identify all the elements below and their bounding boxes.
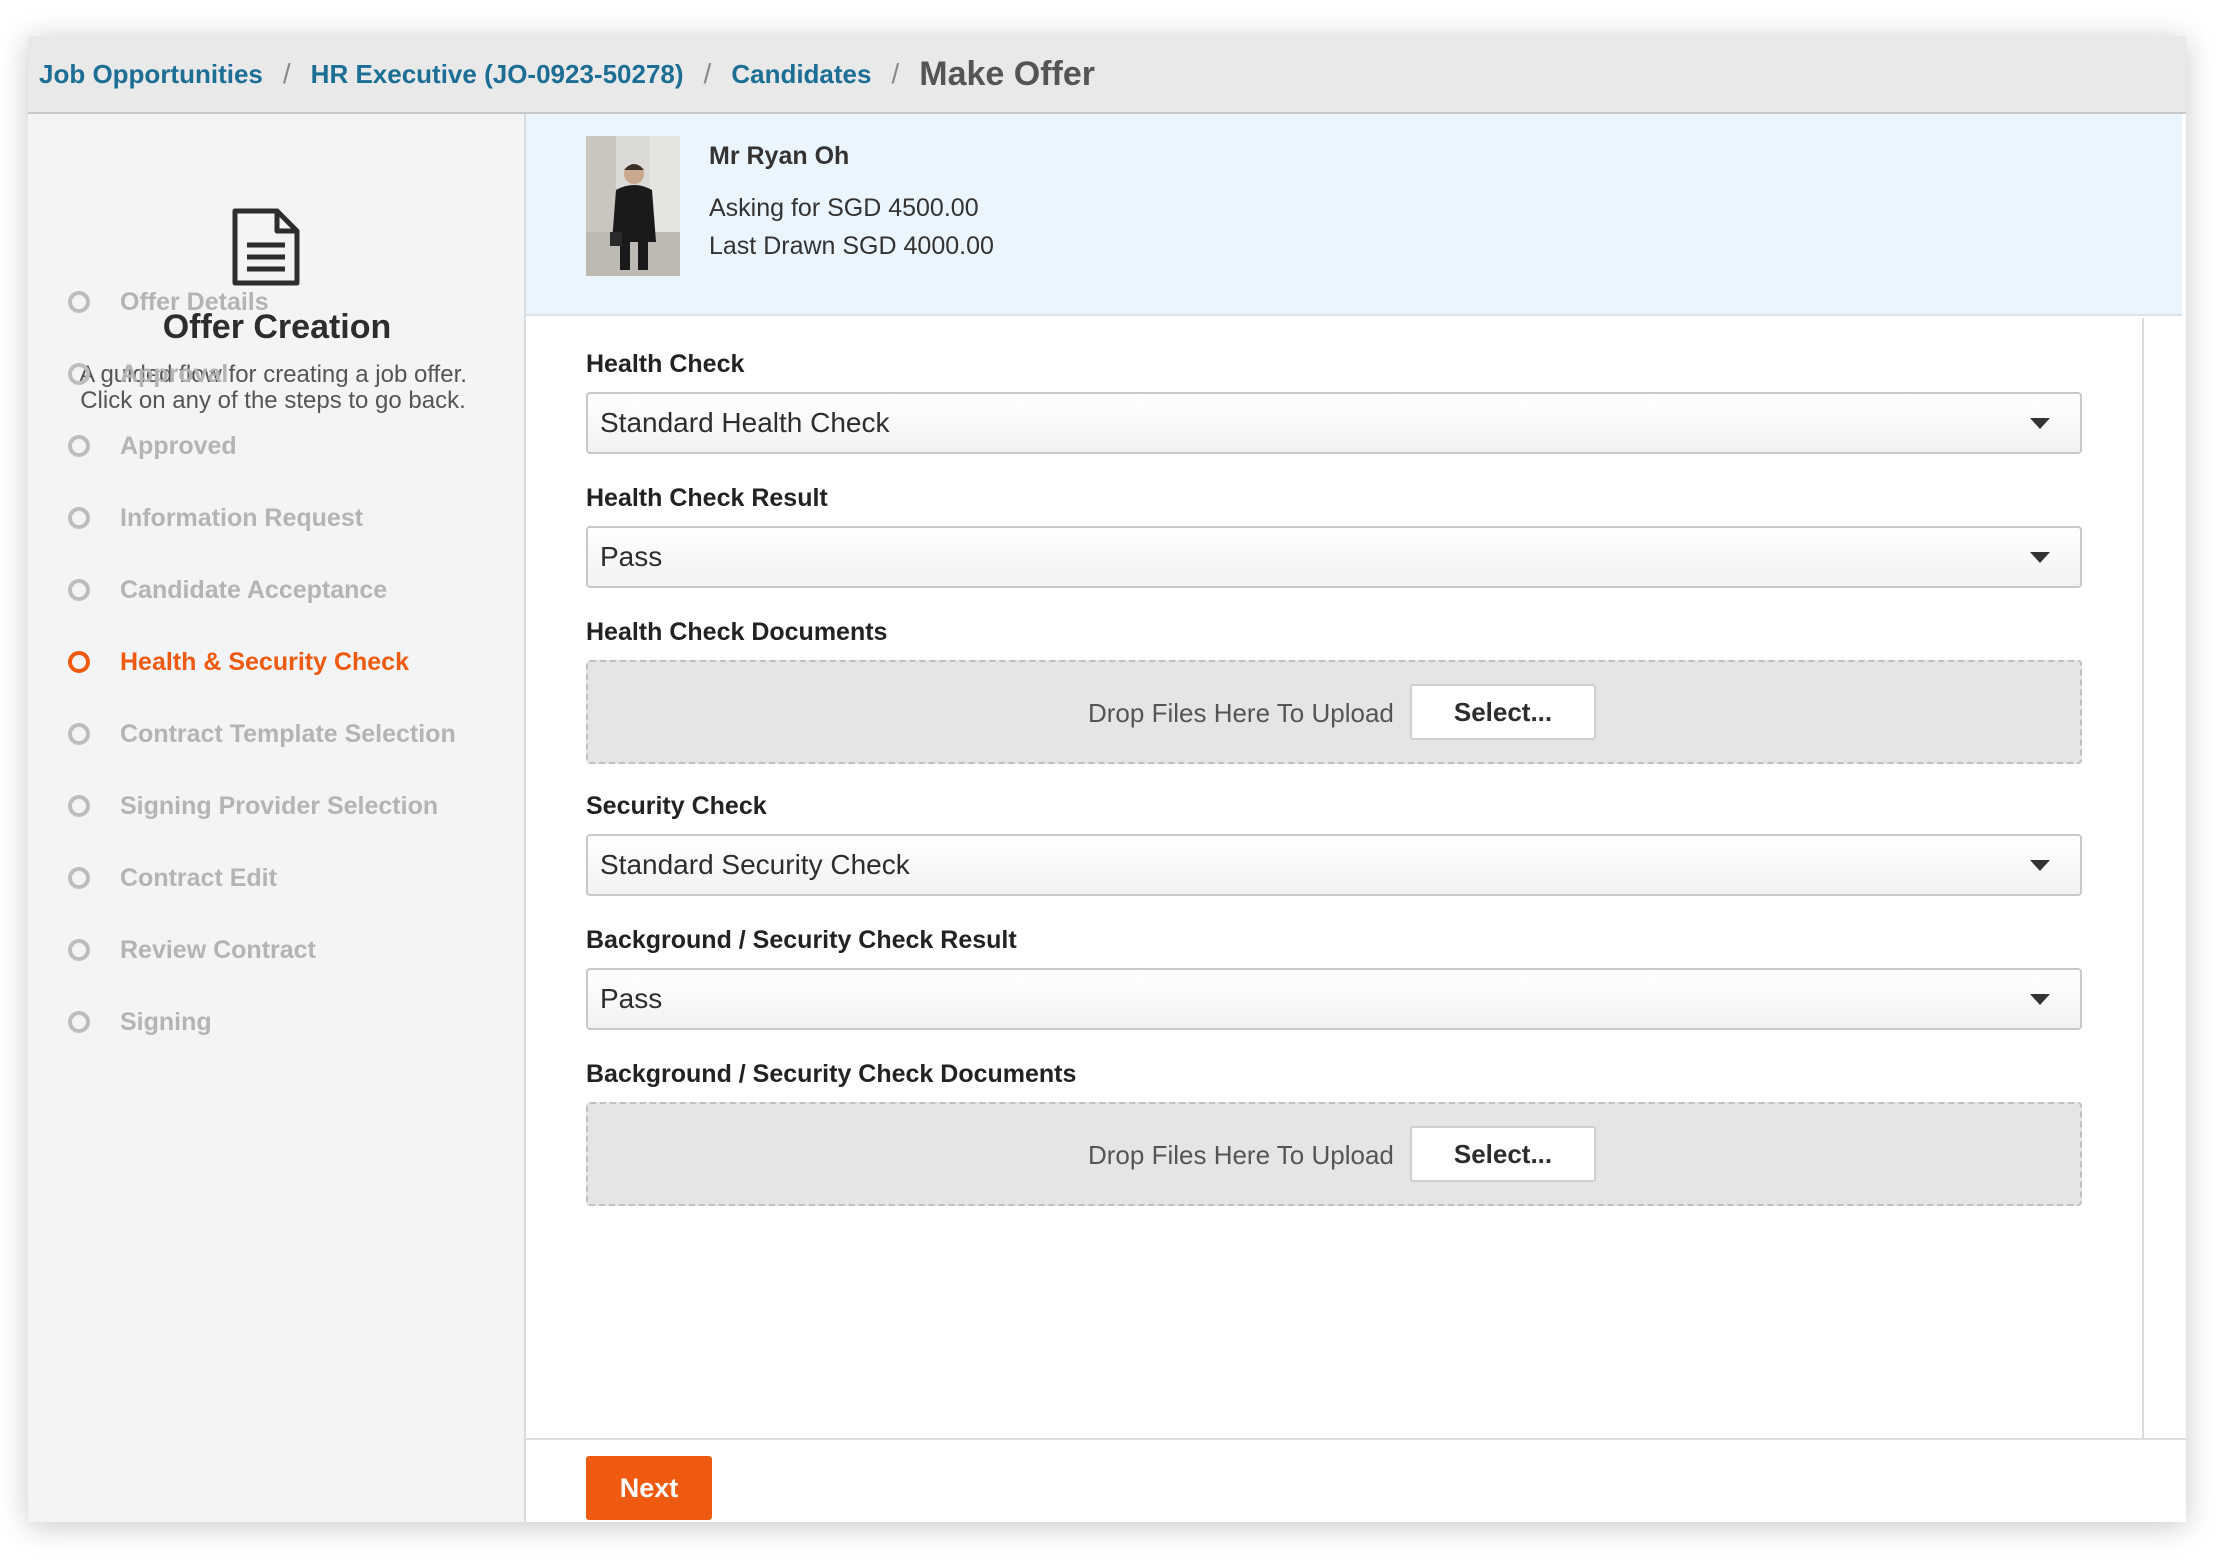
step-circle-icon	[68, 435, 90, 457]
step-approval[interactable]: Approval	[68, 354, 228, 394]
step-label: Contract Edit	[120, 863, 277, 892]
security-check-result-select[interactable]: Pass	[586, 968, 2082, 1030]
offer-window: Job Opportunities / HR Executive (JO-092…	[28, 36, 2186, 1522]
step-signing-provider-selection[interactable]: Signing Provider Selection	[68, 786, 438, 826]
step-circle-icon	[68, 867, 90, 889]
candidate-summary: Mr Ryan Oh Asking for SGD 4500.00 Last D…	[526, 114, 2182, 316]
breadcrumb-job-opportunities[interactable]: Job Opportunities	[39, 59, 263, 90]
security-check-result-value: Pass	[600, 983, 663, 1014]
step-label: Review Contract	[120, 935, 316, 964]
chevron-down-icon	[2030, 860, 2050, 871]
step-circle-icon	[68, 1011, 90, 1033]
health-check-select-files-button[interactable]: Select...	[1410, 684, 1596, 740]
health-check-result-label: Health Check Result	[586, 484, 828, 512]
step-review-contract[interactable]: Review Contract	[68, 930, 316, 970]
step-label: Information Request	[120, 503, 364, 532]
next-button[interactable]: Next	[586, 1456, 712, 1520]
breadcrumb-job[interactable]: HR Executive (JO-0923-50278)	[311, 59, 684, 90]
breadcrumb-separator: /	[703, 58, 712, 89]
chevron-down-icon	[2030, 418, 2050, 429]
candidate-last-drawn-salary: Last Drawn SGD 4000.00	[709, 232, 994, 260]
health-check-documents-label: Health Check Documents	[586, 618, 888, 646]
step-label: Approved	[120, 431, 237, 460]
chevron-down-icon	[2030, 994, 2050, 1005]
breadcrumb-candidates[interactable]: Candidates	[731, 59, 871, 90]
dropzone-text: Drop Files Here To Upload	[1088, 1140, 1394, 1170]
offer-steps-sidebar: Offer Creation A guided flow for creatin…	[28, 114, 526, 1522]
step-label: Contract Template Selection	[120, 719, 456, 748]
step-label: Health & Security Check	[120, 647, 409, 676]
step-label: Signing Provider Selection	[120, 791, 439, 820]
avatar	[586, 136, 680, 276]
step-circle-icon	[68, 291, 90, 313]
step-label: Offer Details	[120, 287, 269, 316]
candidate-asking-salary: Asking for SGD 4500.00	[709, 194, 979, 222]
security-check-select-files-button[interactable]: Select...	[1410, 1126, 1596, 1182]
security-check-result-label: Background / Security Check Result	[586, 926, 1017, 954]
step-label: Signing	[120, 1007, 212, 1036]
health-check-result-select[interactable]: Pass	[586, 526, 2082, 588]
security-check-value: Standard Security Check	[600, 849, 910, 880]
security-check-documents-dropzone[interactable]: Drop Files Here To Upload Select...	[586, 1102, 2082, 1206]
breadcrumb: Job Opportunities / HR Executive (JO-092…	[28, 36, 2186, 114]
step-circle-icon	[68, 579, 90, 601]
step-offer-details[interactable]: Offer Details	[68, 282, 269, 322]
health-security-form: Health Check Standard Health Check Healt…	[526, 318, 2144, 1438]
health-check-documents-dropzone[interactable]: Drop Files Here To Upload Select...	[586, 660, 2082, 764]
candidate-name: Mr Ryan Oh	[709, 142, 850, 170]
step-candidate-acceptance[interactable]: Candidate Acceptance	[68, 570, 387, 610]
step-circle-icon	[68, 939, 90, 961]
breadcrumb-separator: /	[891, 58, 900, 89]
health-check-result-value: Pass	[600, 541, 663, 572]
step-label: Candidate Acceptance	[120, 575, 388, 604]
health-check-value: Standard Health Check	[600, 407, 890, 438]
security-check-documents-label: Background / Security Check Documents	[586, 1060, 1077, 1088]
breadcrumb-separator: /	[282, 58, 291, 89]
step-contract-edit[interactable]: Contract Edit	[68, 858, 277, 898]
step-information-request[interactable]: Information Request	[68, 498, 363, 538]
step-signing[interactable]: Signing	[68, 1002, 212, 1042]
step-health-security-check[interactable]: Health & Security Check	[68, 642, 409, 682]
security-check-select[interactable]: Standard Security Check	[586, 834, 2082, 896]
step-circle-icon	[68, 795, 90, 817]
step-approved[interactable]: Approved	[68, 426, 237, 466]
form-footer: Next	[526, 1438, 2186, 1522]
step-circle-icon	[68, 363, 90, 385]
step-circle-icon	[68, 651, 90, 673]
page-title: Make Offer	[919, 54, 1095, 93]
step-contract-template-selection[interactable]: Contract Template Selection	[68, 714, 456, 754]
chevron-down-icon	[2030, 552, 2050, 563]
step-circle-icon	[68, 723, 90, 745]
document-icon	[232, 208, 300, 286]
health-check-select[interactable]: Standard Health Check	[586, 392, 2082, 454]
step-circle-icon	[68, 507, 90, 529]
step-label: Approval	[120, 359, 229, 388]
security-check-label: Security Check	[586, 792, 767, 820]
health-check-label: Health Check	[586, 350, 745, 378]
dropzone-text: Drop Files Here To Upload	[1088, 698, 1394, 728]
